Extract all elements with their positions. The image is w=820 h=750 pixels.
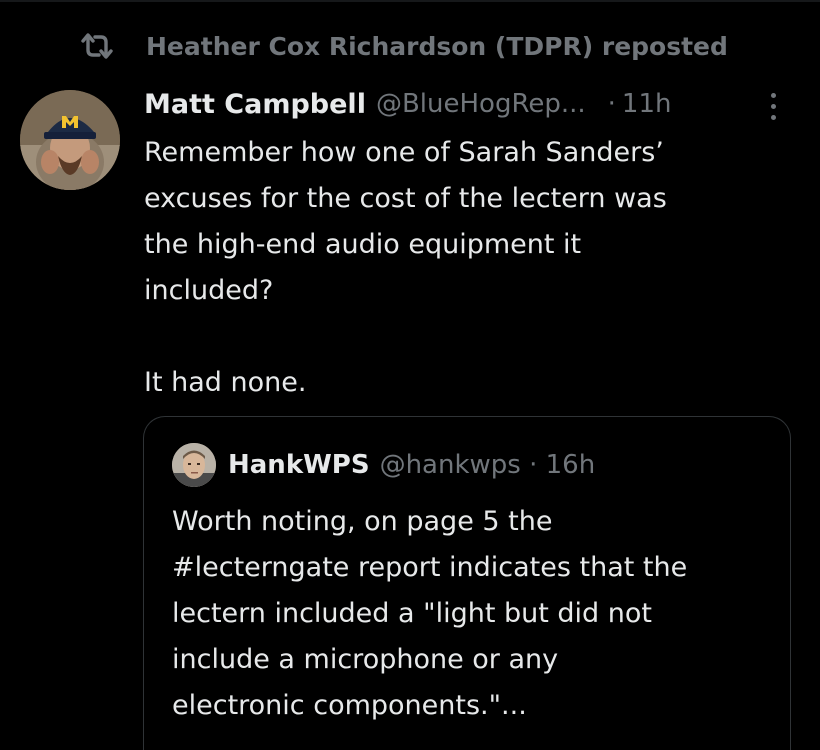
post-text-line: included? [144,275,274,306]
quoted-text-line: #lecterngate report indicates that the [172,552,688,583]
quoted-text-line: Worth noting, on page 5 the [172,506,553,537]
author-name[interactable]: Matt Campbell [144,89,366,120]
quoted-author-avatar[interactable] [172,443,216,487]
more-vertical-icon [770,114,776,120]
top-divider [0,0,820,2]
author-avatar[interactable] [20,90,120,190]
author-handle[interactable]: @BlueHogRep... [376,89,586,119]
quoted-post-header: HankWPS @hankwps · 16h [172,443,595,487]
quoted-author-name[interactable]: HankWPS [228,450,370,480]
post-text-line: It had none. [144,367,307,398]
post-text-line: the high-end audio equipment it [144,229,582,260]
more-vertical-icon [770,103,776,109]
quoted-post-card[interactable]: HankWPS @hankwps · 16h Worth noting, on … [143,416,791,750]
repost-label[interactable]: Heather Cox Richardson (TDPR) reposted [146,32,728,61]
post-text-line: excuses for the cost of the lectern was [144,183,667,214]
quoted-post-text[interactable]: Worth noting, on page 5 the #lecterngate… [172,499,772,729]
post-text-line: Remember how one of Sarah Sanders’ [144,137,664,168]
quoted-author-handle[interactable]: @hankwps · 16h [380,450,596,480]
repost-context[interactable]: Heather Cox Richardson (TDPR) reposted [78,27,728,65]
repost-icon [78,31,116,61]
quoted-text-line: lectern included a "light but did not [172,598,652,629]
more-vertical-icon [770,92,776,98]
post-header: Matt Campbell @BlueHogRep... · 11h [144,84,671,124]
dot-separator: · [607,89,616,119]
quoted-text-line: include a microphone or any [172,644,559,675]
more-options-button[interactable] [760,86,786,126]
quoted-text-line: electronic components."... [172,690,527,721]
post-timestamp[interactable]: 11h [622,89,672,119]
post-text[interactable]: Remember how one of Sarah Sanders’ excus… [144,130,784,406]
